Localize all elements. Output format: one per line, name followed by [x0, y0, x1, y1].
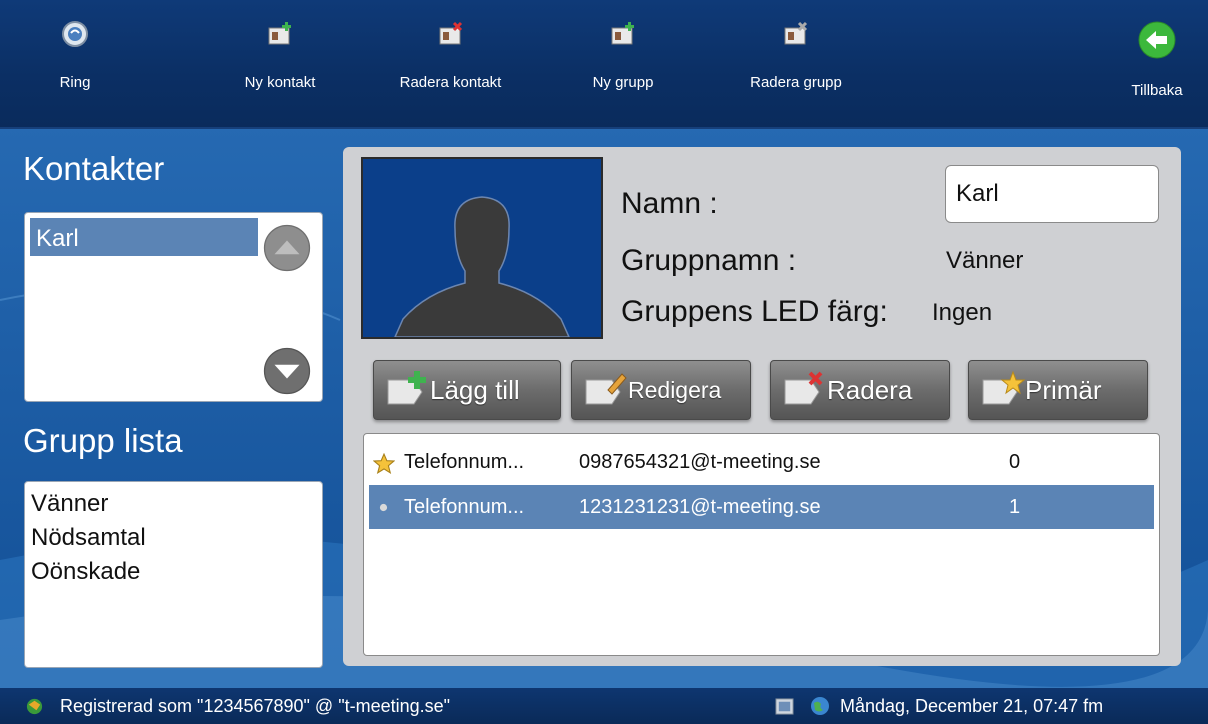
primary-button[interactable]: Primär: [968, 360, 1148, 420]
contact-photo: [361, 157, 603, 339]
ring-label: Ring: [59, 74, 91, 91]
name-field-value: Karl: [956, 180, 999, 207]
numbers-list: Telefonnum... 0987654321@t-meeting.se 0 …: [363, 433, 1160, 656]
primary-star-icon: [982, 370, 1026, 405]
groups-heading: Grupp lista: [23, 422, 183, 459]
new-contact-button[interactable]: Ny kontakt: [225, 0, 335, 127]
new-group-button[interactable]: Ny grupp: [573, 0, 673, 127]
primary-star-icon: [373, 453, 395, 474]
back-label: Tillbaka: [1131, 82, 1183, 99]
new-contact-label: Ny kontakt: [244, 74, 316, 91]
delete-contact-button[interactable]: Radera kontakt: [378, 0, 523, 127]
scroll-down-button[interactable]: [262, 346, 312, 396]
primary-label: Primär: [1025, 375, 1102, 405]
table-row[interactable]: Telefonnum... 0987654321@t-meeting.se 0: [369, 440, 1154, 484]
add-label: Lägg till: [430, 375, 520, 405]
delete-group-label: Radera grupp: [750, 74, 842, 91]
contact-detail-panel: Namn : Karl Gruppnamn : Vänner Gruppens …: [343, 147, 1181, 666]
ring-button[interactable]: Ring: [35, 0, 115, 127]
new-group-label: Ny grupp: [592, 74, 654, 91]
screen-icon[interactable]: [775, 697, 794, 716]
registration-status: Registrerad som "1234567890" @ "t-meetin…: [60, 696, 451, 716]
delete-group-icon: [784, 21, 808, 45]
group-value: Vänner: [946, 247, 1024, 274]
list-item[interactable]: Vänner: [31, 490, 108, 518]
group-label: Gruppnamn :: [621, 244, 797, 277]
list-item[interactable]: Karl: [30, 218, 258, 256]
new-group-icon: [611, 22, 634, 45]
list-item[interactable]: Nödsamtal: [31, 524, 146, 552]
name-label: Namn :: [621, 187, 718, 220]
new-contact-icon: [268, 22, 291, 45]
name-field[interactable]: Karl: [945, 165, 1159, 223]
back-button[interactable]: Tillbaka: [1110, 0, 1204, 127]
contacts-list: Karl: [24, 212, 323, 402]
delete-group-button[interactable]: Radera grupp: [731, 0, 861, 127]
contact-name: Karl: [36, 225, 79, 252]
led-color-label: Gruppens LED färg:: [621, 295, 888, 328]
edit-tag-icon: [585, 373, 627, 405]
number-index: 0: [1009, 451, 1021, 473]
delete-contact-label: Radera kontakt: [399, 74, 502, 91]
add-tag-icon: [387, 371, 426, 405]
number-type: Telefonnum...: [404, 496, 525, 518]
groups-list: Vänner Nödsamtal Oönskade: [24, 481, 323, 668]
back-arrow-icon: [1138, 21, 1176, 59]
led-color-value: Ingen: [932, 299, 993, 326]
table-row[interactable]: Telefonnum... 1231231231@t-meeting.se 1: [369, 485, 1154, 529]
status-bar: Registrerad som "1234567890" @ "t-meetin…: [0, 688, 1208, 724]
list-item[interactable]: Oönskade: [31, 558, 140, 586]
delete-tag-icon: [784, 371, 823, 405]
edit-label: Redigera: [628, 377, 722, 403]
scroll-up-button[interactable]: [262, 223, 312, 273]
network-globe-icon[interactable]: [810, 696, 830, 716]
date-time: Måndag, December 21, 07:47 fm: [840, 696, 1104, 716]
number-type: Telefonnum...: [404, 451, 525, 473]
toolbar: Ring Ny kontakt Radera kontakt Ny grupp: [0, 0, 1208, 129]
delete-button[interactable]: Radera: [770, 360, 950, 420]
add-button[interactable]: Lägg till: [373, 360, 561, 420]
number-address: 1231231231@t-meeting.se: [579, 496, 821, 518]
call-icon: [62, 21, 88, 47]
delete-label: Radera: [827, 375, 913, 405]
bullet-icon: [379, 503, 388, 512]
registration-icon: [26, 698, 43, 715]
number-index: 1: [1009, 496, 1021, 518]
delete-contact-icon: [439, 21, 462, 45]
edit-button[interactable]: Redigera: [571, 360, 751, 420]
person-silhouette-icon: [394, 196, 570, 337]
number-address: 0987654321@t-meeting.se: [579, 451, 821, 473]
contacts-heading: Kontakter: [23, 150, 165, 187]
